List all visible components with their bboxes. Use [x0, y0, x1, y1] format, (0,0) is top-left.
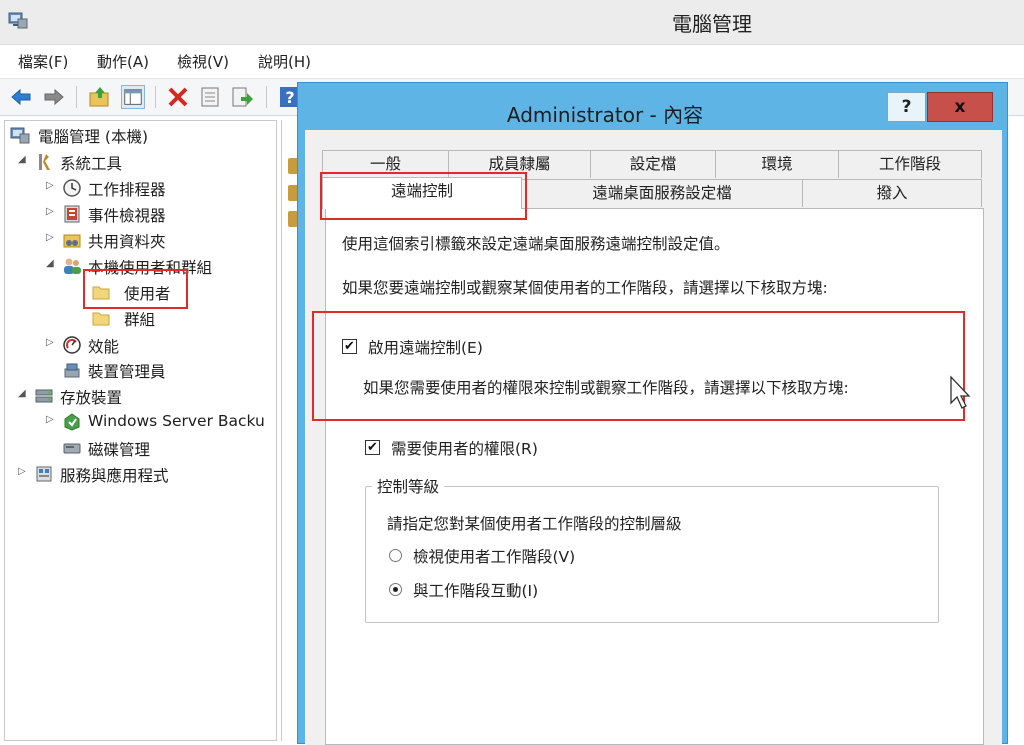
instruction-text: 如果您要遠端控制或觀察某個使用者的工作階段，請選擇以下核取方塊: — [342, 279, 828, 297]
tree-item-label: Windows Server Backu — [88, 412, 265, 430]
toolbar-separator — [76, 86, 77, 108]
export-icon[interactable] — [230, 85, 254, 109]
tree-item-label: 磁碟管理 — [88, 441, 151, 459]
tree-item-label: 電腦管理 (本機) — [38, 128, 149, 146]
toolbar-separator — [155, 86, 156, 108]
menu-view[interactable]: 檢視(V) — [177, 51, 229, 72]
control-level-description: 請指定您對某個使用者工作階段的控制層級 — [387, 515, 682, 533]
storage-icon — [35, 389, 53, 403]
computer-management-icon — [10, 127, 30, 144]
expand-arrow-icon[interactable]: ▷ — [46, 337, 58, 348]
tab-environment[interactable]: 環境 — [715, 150, 839, 178]
tree-item-label: 群組 — [124, 311, 156, 329]
performance-icon — [63, 336, 81, 354]
tree-item-label: 服務與應用程式 — [60, 467, 169, 485]
interact-session-label[interactable]: 與工作階段互動(I) — [413, 579, 538, 601]
device-manager-icon — [64, 363, 80, 378]
interact-session-radio[interactable] — [389, 583, 402, 596]
clock-icon — [63, 179, 81, 197]
expand-arrow-icon[interactable]: ▷ — [46, 206, 58, 217]
collapse-arrow-icon[interactable]: ◢ — [18, 154, 30, 165]
tab-rds-profile[interactable]: 遠端桌面服務設定檔 — [521, 179, 803, 207]
collapse-arrow-icon[interactable]: ◢ — [46, 258, 58, 269]
expand-arrow-icon[interactable]: ▷ — [46, 414, 58, 425]
back-icon[interactable] — [9, 85, 33, 109]
highlight-remote-control-tab — [320, 172, 527, 220]
show-hide-tree-icon[interactable] — [121, 85, 145, 109]
services-icon — [36, 466, 52, 482]
help-button[interactable]: ? — [887, 92, 926, 122]
backup-icon — [64, 413, 80, 431]
mouse-pointer-icon — [950, 375, 971, 409]
tree-item-label: 裝置管理員 — [88, 363, 166, 381]
tree-item-label: 效能 — [88, 338, 120, 356]
expand-arrow-icon[interactable]: ▷ — [46, 180, 58, 191]
tree-item-label: 存放裝置 — [60, 389, 123, 407]
tree-item-label: 工作排程器 — [88, 181, 166, 199]
svg-text:?: ? — [285, 88, 294, 107]
window-title: 電腦管理 — [672, 12, 752, 36]
tab-sessions[interactable]: 工作階段 — [838, 150, 982, 178]
expand-arrow-icon[interactable]: ▷ — [18, 466, 30, 477]
users-groups-icon — [64, 258, 81, 274]
close-button[interactable]: x — [927, 92, 993, 122]
tree-item-label: 事件檢視器 — [88, 207, 166, 225]
highlight-enable-remote-control — [312, 311, 965, 421]
menu-help[interactable]: 說明(H) — [258, 51, 311, 72]
delete-icon[interactable] — [166, 85, 190, 109]
require-permission-checkbox[interactable]: ✔ — [365, 440, 380, 455]
expand-arrow-icon[interactable]: ▷ — [46, 232, 58, 243]
up-folder-icon[interactable] — [88, 85, 112, 109]
shared-folder-icon — [63, 234, 81, 248]
main-title-bar: 電腦管理 — [0, 0, 1024, 45]
toolbar-separator — [266, 86, 267, 108]
view-session-radio[interactable] — [389, 549, 402, 562]
tab-profile[interactable]: 設定檔 — [590, 150, 716, 178]
menu-bar: 檔案(F) 動作(A) 檢視(V) 說明(H) — [0, 46, 1024, 76]
folder-icon — [92, 312, 110, 326]
highlight-users — [83, 269, 188, 309]
menu-file[interactable]: 檔案(F) — [18, 51, 68, 72]
intro-text: 使用這個索引標籤來設定遠端桌面服務遠端控制設定值。 — [342, 235, 730, 253]
tree-item-label: 系統工具 — [60, 155, 123, 173]
event-viewer-icon — [64, 205, 80, 223]
tools-icon — [39, 154, 50, 170]
view-session-label[interactable]: 檢視使用者工作階段(V) — [413, 545, 575, 567]
forward-icon[interactable] — [42, 85, 66, 109]
require-permission-label[interactable]: 需要使用者的權限(R) — [391, 437, 538, 459]
tab-dial-in[interactable]: 撥入 — [802, 179, 982, 207]
tree-item-label: 共用資料夾 — [88, 233, 166, 251]
collapse-arrow-icon[interactable]: ◢ — [18, 388, 30, 399]
control-level-legend: 控制等級 — [372, 475, 445, 497]
properties-icon[interactable] — [198, 85, 222, 109]
menu-action[interactable]: 動作(A) — [97, 51, 149, 72]
disk-icon — [63, 443, 81, 454]
